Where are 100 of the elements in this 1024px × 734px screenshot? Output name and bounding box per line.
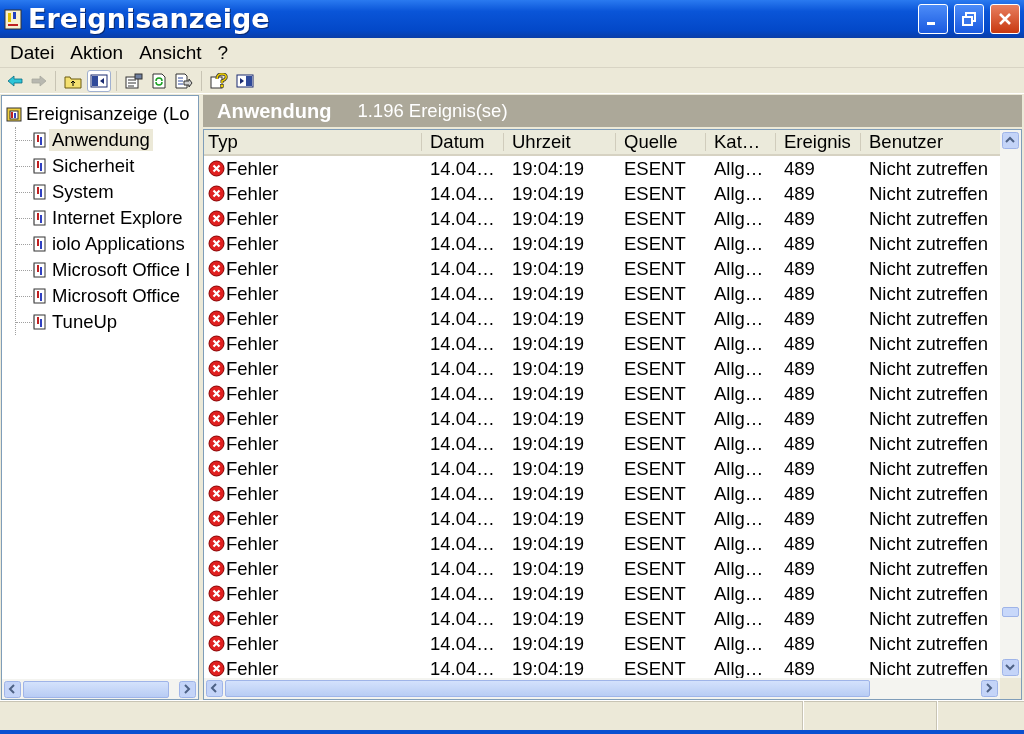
table-cell-text: Nicht zutreffen — [868, 232, 989, 255]
scroll-up-button[interactable] — [1002, 132, 1019, 150]
table-cell-text: 14.04… — [429, 657, 496, 679]
tree-item[interactable]: Internet Explore — [49, 207, 186, 230]
table-cell-text: ESENT — [623, 482, 687, 505]
table-cell-text: Nicht zutreffen — [868, 157, 989, 180]
close-button[interactable] — [990, 3, 1020, 34]
tree-item[interactable]: Microsoft Office I — [49, 259, 194, 282]
table-cell-text: 19:04:19 — [511, 207, 585, 230]
table-cell-text: 19:04:19 — [511, 557, 585, 580]
column-header[interactable]: Kat… — [706, 133, 776, 152]
scroll-right-button[interactable] — [981, 680, 998, 698]
menu-item[interactable]: Aktion — [62, 41, 132, 64]
restore-icon — [961, 10, 977, 27]
table-cell-text: 19:04:19 — [511, 457, 585, 480]
vertical-scrollbar[interactable] — [1000, 130, 1021, 679]
error-icon — [208, 660, 225, 678]
table-cell-text: 19:04:19 — [511, 257, 585, 280]
table-cell-text: 14.04… — [429, 582, 496, 605]
table-cell-text: 489 — [783, 307, 816, 330]
table-cell-text: Allg… — [713, 582, 765, 605]
table-cell-text: 14.04… — [429, 432, 496, 455]
table-cell-text: Nicht zutreffen — [868, 432, 989, 455]
scrollbar-thumb[interactable] — [1002, 607, 1019, 618]
table-cell-text: 19:04:19 — [511, 407, 585, 430]
table-cell-text: Nicht zutreffen — [868, 332, 989, 355]
table-cell-text: ESENT — [623, 207, 687, 230]
table-cell-text: 14.04… — [429, 507, 496, 530]
scroll-left-button[interactable] — [206, 680, 223, 698]
table-cell-text: Allg… — [713, 457, 765, 480]
table-cell-text: Nicht zutreffen — [868, 632, 989, 655]
table-cell-text: Nicht zutreffen — [868, 482, 989, 505]
log-title: Anwendung — [217, 99, 332, 123]
table-cell-text: Nicht zutreffen — [868, 357, 989, 380]
log-book-icon — [32, 288, 46, 305]
column-header[interactable]: Datum — [422, 133, 504, 152]
table-cell-text: 19:04:19 — [511, 532, 585, 555]
table-cell-text: Nicht zutreffen — [868, 557, 989, 580]
scrollbar-thumb[interactable] — [23, 680, 169, 698]
column-header[interactable]: Ereignis — [776, 133, 861, 152]
window-title: Ereignisanzeige — [28, 3, 271, 35]
table-cell: Fehler — [226, 507, 279, 530]
column-header[interactable]: Typ — [204, 133, 422, 152]
table-cell: Fehler — [226, 482, 279, 505]
table-cell-text: 19:04:19 — [511, 232, 585, 255]
tree-item[interactable]: Sicherheit — [49, 155, 138, 178]
table-cell: Fehler — [226, 532, 279, 555]
table-cell-text: 489 — [783, 157, 816, 180]
table-cell-text: 19:04:19 — [511, 632, 585, 655]
error-icon — [208, 360, 225, 378]
table-cell-text: 489 — [783, 507, 816, 530]
table-cell: Fehler — [226, 457, 279, 480]
tree-item[interactable]: Ereignisanzeige (Lo — [26, 103, 190, 126]
tree-item[interactable]: System — [49, 181, 117, 204]
tree-item[interactable]: Anwendung — [49, 129, 153, 152]
menu-item[interactable]: Datei — [2, 41, 63, 64]
table-cell: Fehler — [226, 432, 279, 455]
menu-item[interactable]: Ansicht — [131, 41, 210, 64]
scrollbar-thumb[interactable] — [225, 680, 870, 698]
table-cell: Fehler — [226, 582, 279, 605]
scroll-left-button[interactable] — [4, 680, 21, 698]
table-cell-text: 489 — [783, 382, 816, 405]
restore-button[interactable] — [954, 3, 984, 34]
minimize-button[interactable] — [918, 3, 948, 34]
scroll-down-button[interactable] — [1002, 659, 1019, 677]
horizontal-scrollbar[interactable] — [204, 678, 1000, 700]
table-cell-text: ESENT — [623, 257, 687, 280]
table-cell-text: 19:04:19 — [511, 182, 585, 205]
tree-item[interactable]: TuneUp — [49, 311, 121, 334]
column-header[interactable]: Quelle — [616, 133, 706, 152]
table-cell-text: 19:04:19 — [511, 507, 585, 530]
table-cell-text: 14.04… — [429, 307, 496, 330]
tree-item[interactable]: Microsoft Office — [49, 285, 184, 308]
menu-item[interactable]: ? — [209, 41, 237, 64]
table-cell-text: 19:04:19 — [511, 332, 585, 355]
pane-icon — [90, 72, 108, 89]
table-cell-text: Allg… — [713, 332, 765, 355]
table-cell-text: Nicht zutreffen — [868, 407, 989, 430]
table-cell-text: 19:04:19 — [511, 157, 585, 180]
table-cell-text: 19:04:19 — [511, 657, 585, 679]
column-header[interactable]: Uhrzeit — [504, 133, 616, 152]
scroll-right-button[interactable] — [179, 680, 196, 698]
table-cell: Fehler — [226, 607, 279, 630]
toolbar-button[interactable] — [87, 69, 111, 92]
error-icon — [208, 585, 225, 603]
table-cell-text: Allg… — [713, 307, 765, 330]
table-cell-text: 489 — [783, 432, 816, 455]
table-cell-text: 489 — [783, 632, 816, 655]
log-book-icon — [32, 184, 46, 201]
table-cell-text: 14.04… — [429, 557, 496, 580]
event-viewer-icon[interactable] — [6, 106, 22, 123]
table-cell-text: 489 — [783, 332, 816, 355]
log-book-icon — [32, 158, 46, 175]
error-icon — [208, 260, 225, 278]
close-icon — [997, 10, 1013, 27]
refresh-icon — [151, 72, 167, 89]
table-cell-text: 489 — [783, 582, 816, 605]
table-cell-text: Allg… — [713, 607, 765, 630]
horizontal-scrollbar[interactable] — [2, 679, 198, 700]
tree-item[interactable]: iolo Applications — [49, 233, 188, 256]
